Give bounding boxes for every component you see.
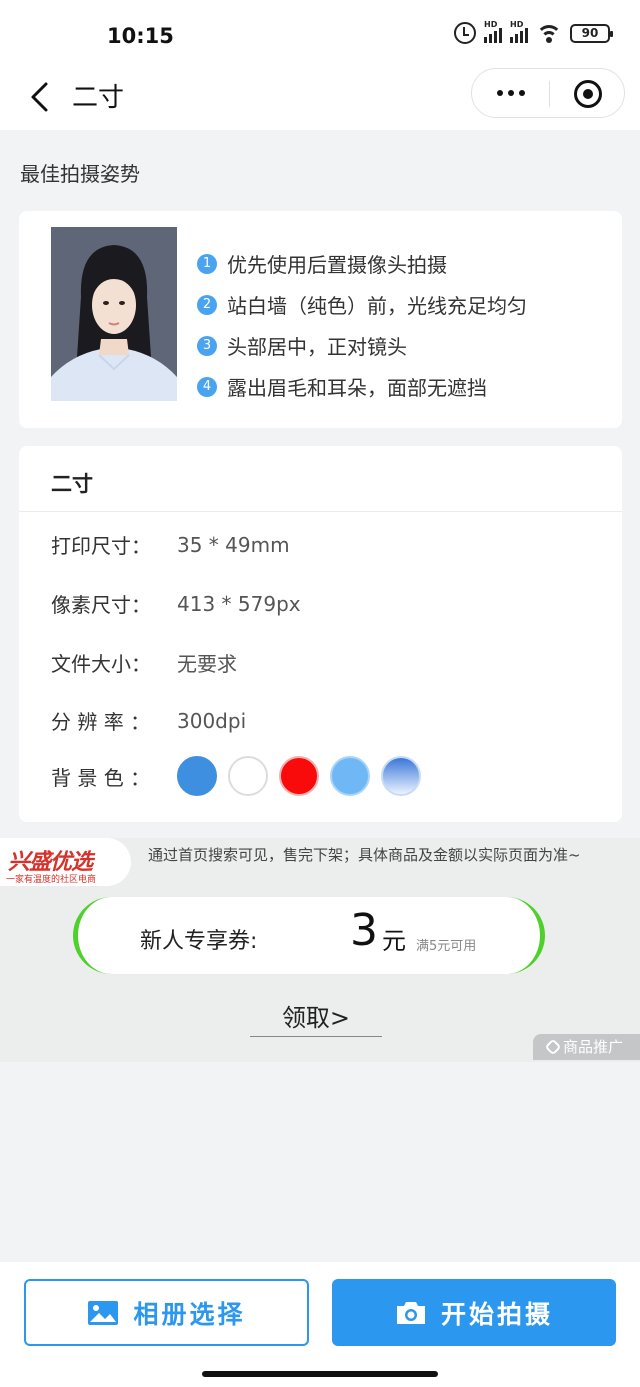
spec-row-print-size: 打印尺寸： 35 * 49mm — [51, 530, 290, 559]
tip-item: 3 头部居中，正对镜头 — [197, 325, 527, 366]
new-user-coupon[interactable]: 新人专享券: 3 元 满5元可用 — [73, 897, 545, 974]
status-time: 10:15 — [107, 24, 174, 48]
spec-label: 打印尺寸： — [51, 534, 151, 558]
close-mini-program-icon[interactable] — [574, 80, 602, 108]
color-swatch-white[interactable] — [228, 756, 268, 796]
tip-number-badge: 2 — [197, 294, 217, 315]
promo-tag: 商品推广 — [533, 1034, 640, 1060]
tip-item: 1 优先使用后置摄像头拍摄 — [197, 243, 527, 284]
tip-text: 优先使用后置摄像头拍摄 — [227, 253, 447, 277]
color-swatch-red[interactable] — [279, 756, 319, 796]
signal-icon: HD — [484, 20, 502, 43]
shooting-tips-card: 1 优先使用后置摄像头拍摄 2 站白墙（纯色）前，光线充足均匀 3 头部居中，正对镜头… — [19, 211, 622, 428]
start-shooting-button[interactable]: 开始拍摄 — [332, 1279, 616, 1346]
coupon-unit: 元 — [382, 927, 406, 955]
nav-bar: 二寸 — [0, 64, 640, 130]
album-select-button[interactable]: 相册选择 — [24, 1279, 309, 1346]
spec-row-background-color: 背 景 色 ： — [51, 756, 421, 796]
battery-icon: 90 — [570, 23, 613, 43]
tip-number-badge: 1 — [197, 253, 217, 274]
page-title: 二寸 — [72, 83, 125, 113]
section-title: 最佳拍摄姿势 — [20, 162, 140, 186]
spec-label: 像素尺寸： — [51, 593, 151, 617]
signal-icon-2: HD — [510, 20, 528, 43]
claim-coupon-link[interactable]: 领取> — [250, 998, 382, 1037]
mini-program-capsule — [471, 68, 625, 118]
color-swatch-gradient[interactable] — [381, 756, 421, 796]
tip-number-badge: 3 — [197, 335, 217, 356]
tip-item: 4 露出眉毛和耳朵，面部无遮挡 — [197, 366, 527, 407]
tip-item: 2 站白墙（纯色）前，光线充足均匀 — [197, 284, 527, 325]
link-icon — [544, 1038, 562, 1056]
coupon-amount: 3 — [350, 905, 378, 956]
spec-value: 35 * 49mm — [177, 532, 290, 557]
spec-value: 413 * 579px — [177, 591, 301, 616]
wifi-icon — [536, 23, 562, 43]
spec-row-pixel-size: 像素尺寸： 413 * 579px — [51, 589, 301, 618]
ad-logo: 兴盛优选 一家有温度的社区电商 — [0, 838, 131, 886]
image-icon — [88, 1300, 119, 1325]
start-shooting-label: 开始拍摄 — [440, 1299, 553, 1329]
tip-text: 头部居中，正对镜头 — [227, 335, 407, 359]
background-color-swatches — [177, 756, 421, 796]
color-swatch-blue[interactable] — [177, 756, 217, 796]
promo-ad-banner[interactable]: 兴盛优选 一家有温度的社区电商 通过首页搜索可见，售完下架；具体商品及金额以实际… — [0, 838, 640, 1062]
battery-level: 90 — [581, 25, 599, 40]
ad-notice: 通过首页搜索可见，售完下架；具体商品及金额以实际页面为准~ — [148, 846, 581, 864]
spec-label: 背 景 色 ： — [51, 765, 151, 790]
back-icon[interactable] — [24, 79, 60, 115]
coupon-label: 新人专享券: — [140, 929, 258, 954]
tips-list: 1 优先使用后置摄像头拍摄 2 站白墙（纯色）前，光线充足均匀 3 头部居中，正对镜头… — [197, 243, 527, 407]
sample-portrait-image — [51, 227, 177, 401]
album-select-label: 相册选择 — [133, 1299, 246, 1329]
capsule-divider — [549, 81, 550, 107]
spec-row-resolution: 分 辨 率 ： 300dpi — [51, 706, 246, 735]
ad-logo-sub: 一家有温度的社区电商 — [6, 875, 97, 885]
tip-number-badge: 4 — [197, 376, 217, 397]
alarm-icon — [454, 22, 476, 44]
tip-text: 站白墙（纯色）前，光线充足均匀 — [227, 294, 527, 318]
photo-spec-card: 二寸 打印尺寸： 35 * 49mm 像素尺寸： 413 * 579px 文件大… — [19, 446, 622, 822]
status-icons: HD HD 90 — [454, 20, 613, 44]
spec-title: 二寸 — [51, 472, 93, 496]
camera-icon — [396, 1301, 425, 1324]
spec-row-file-size: 文件大小： 无要求 — [51, 648, 237, 677]
network-type-label: HD — [484, 20, 498, 29]
spec-label: 文件大小： — [51, 652, 151, 676]
network-type-label-2: HD — [510, 20, 524, 29]
status-bar: 10:15 HD HD 90 — [0, 0, 640, 64]
tip-text: 露出眉毛和耳朵，面部无遮挡 — [227, 376, 487, 400]
spec-value: 无要求 — [177, 652, 237, 676]
color-swatch-light-blue[interactable] — [330, 756, 370, 796]
more-icon[interactable] — [472, 69, 549, 117]
spec-label: 分 辨 率 ： — [51, 710, 151, 734]
promo-tag-label: 商品推广 — [563, 1038, 624, 1056]
spec-value: 300dpi — [177, 708, 247, 733]
spec-divider — [19, 511, 622, 512]
home-indicator — [202, 1371, 438, 1377]
bottom-action-bar: 相册选择 开始拍摄 — [0, 1262, 640, 1387]
coupon-condition: 满5元可用 — [416, 939, 477, 954]
